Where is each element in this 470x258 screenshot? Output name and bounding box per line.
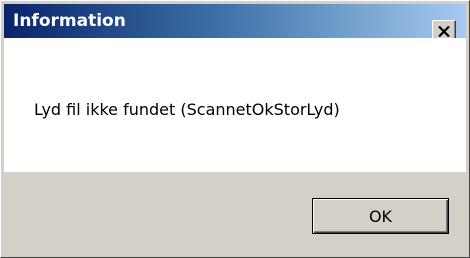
information-dialog: Information Lyd fil ikke fundet (Scannet…: [0, 0, 470, 258]
ok-button[interactable]: OK: [312, 198, 449, 234]
button-area: OK: [4, 172, 466, 254]
close-icon: [438, 25, 450, 37]
message-area: Lyd fil ikke fundet (ScannetOkStorLyd): [4, 38, 466, 172]
title-bar[interactable]: Information: [4, 4, 466, 38]
dialog-title: Information: [13, 11, 126, 31]
dialog-message: Lyd fil ikke fundet (ScannetOkStorLyd): [34, 100, 340, 119]
